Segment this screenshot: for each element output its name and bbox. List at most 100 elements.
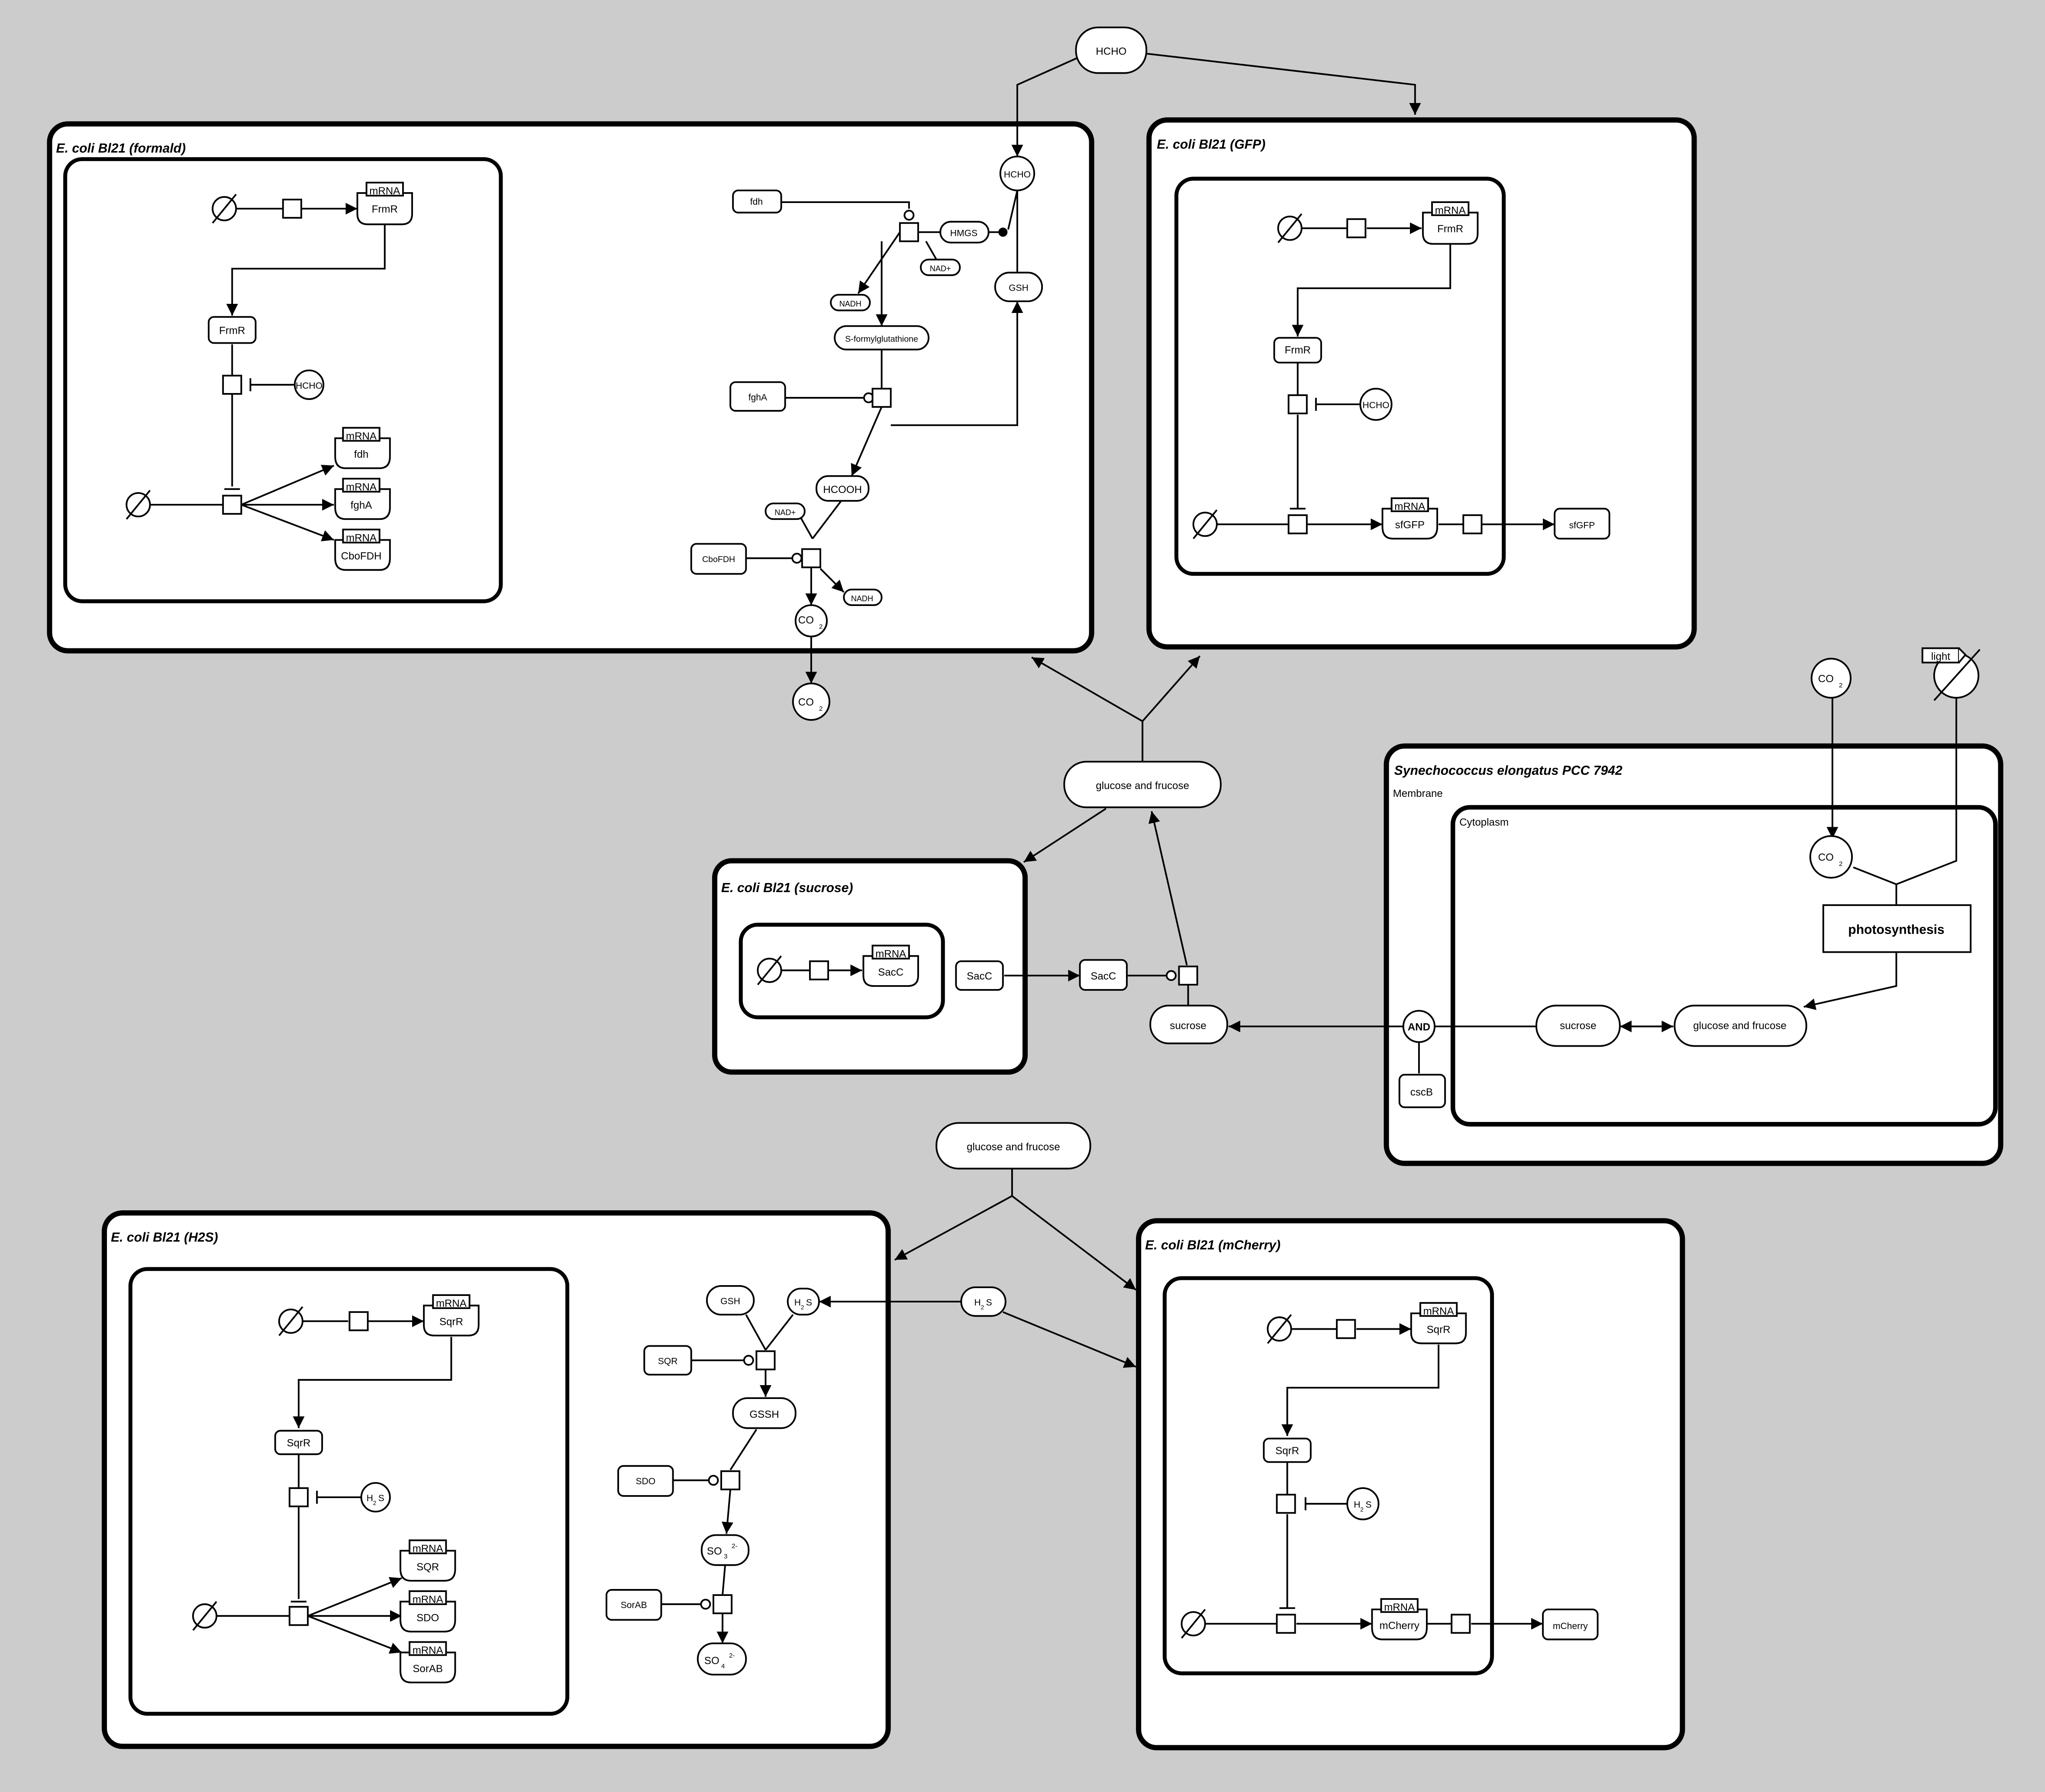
process-node <box>809 960 829 980</box>
process-node <box>1178 965 1198 986</box>
svg-text:S: S <box>806 1298 812 1308</box>
svg-text:CboFDH: CboFDH <box>341 551 382 562</box>
svg-text:NADH: NADH <box>839 300 861 308</box>
protein-frmr-gfp: FrmR <box>1273 337 1322 364</box>
photosynthesis-process: photosynthesis <box>1822 904 1972 953</box>
sucrose-external: sucrose <box>1149 1005 1228 1044</box>
svg-text:SqrR: SqrR <box>1275 1445 1299 1457</box>
svg-text:2: 2 <box>819 705 823 712</box>
svg-text:SorAB: SorAB <box>621 1600 647 1610</box>
svg-text:2-: 2- <box>729 1652 735 1660</box>
and-gate: AND <box>1402 1010 1435 1043</box>
svg-text:HCOOH: HCOOH <box>823 484 862 496</box>
svg-text:mRNA: mRNA <box>436 1298 467 1309</box>
enzyme-sdo: SDO <box>617 1465 674 1497</box>
svg-text:AND: AND <box>1408 1021 1430 1033</box>
svg-text:mRNA: mRNA <box>346 481 377 493</box>
sucrose-cytoplasm: sucrose <box>1535 1005 1621 1047</box>
hcho-inner: HCHO <box>999 155 1035 191</box>
svg-text:fghA: fghA <box>351 500 372 511</box>
gssh-node: GSSH <box>732 1397 797 1429</box>
svg-text:CO: CO <box>798 614 814 626</box>
svg-text:sfGFP: sfGFP <box>1395 519 1425 531</box>
cell-box-h2s <box>128 1267 570 1716</box>
svg-text:SO: SO <box>704 1655 719 1667</box>
svg-text:NAD+: NAD+ <box>774 508 796 517</box>
enzyme-sqr: SQR <box>643 1345 692 1376</box>
protein-sqrr: SqrR <box>274 1430 323 1455</box>
svg-text:glucose and frucose: glucose and frucose <box>967 1141 1060 1153</box>
s-formylglutathione-node: S-formylglutathione <box>834 325 930 351</box>
svg-text:CO: CO <box>1818 852 1834 864</box>
pathway-diagram: E. coli Bl21 (formald) E. coli Bl21 (GFP… <box>47 26 2003 1750</box>
svg-text:GSH: GSH <box>720 1296 740 1306</box>
enzyme-sorab: SorAB <box>605 1589 662 1621</box>
h2s-external: H 2 S <box>960 1286 1006 1317</box>
svg-text:SDO: SDO <box>635 1476 655 1486</box>
process-node <box>348 1311 369 1331</box>
svg-text:SQR: SQR <box>416 1561 439 1573</box>
co2-output: CO 2 <box>792 682 831 721</box>
glucose-frucose-cytoplasm: glucose and frucose <box>1674 1005 1807 1047</box>
svg-text:S: S <box>378 1493 384 1503</box>
process-node <box>288 1487 309 1508</box>
glucose-frucose-central: glucose and frucose <box>1063 761 1222 809</box>
hmgs-node: HMGS <box>939 221 990 244</box>
svg-text:SacC: SacC <box>967 970 992 982</box>
catalysis-marker <box>903 209 915 221</box>
catalysis-marker <box>708 1475 719 1486</box>
svg-text:S-formylglutathione: S-formylglutathione <box>845 334 918 344</box>
hcho-source: HCHO <box>1075 26 1148 74</box>
svg-text:SorAB: SorAB <box>413 1663 443 1675</box>
glucose-frucose-bottom: glucose and frucose <box>935 1122 1091 1170</box>
protein-sqrr-mcherry: SqrR <box>1263 1437 1312 1463</box>
process-node <box>755 1350 776 1370</box>
sulfite-node: SO 3 2- <box>700 1534 750 1566</box>
svg-text:mRNA: mRNA <box>1423 1305 1455 1317</box>
process-node <box>1276 1494 1296 1514</box>
compartment-mcherry-title: E. coli Bl21 (mCherry) <box>1145 1238 1281 1253</box>
svg-text:mRNA: mRNA <box>875 948 906 960</box>
process-node <box>1346 218 1367 239</box>
svg-text:mRNA: mRNA <box>413 1594 444 1605</box>
svg-text:mRNA: mRNA <box>369 185 400 197</box>
svg-text:sfGFP: sfGFP <box>1569 520 1595 530</box>
sacc-exported: SacC <box>1079 959 1128 991</box>
svg-text:FrmR: FrmR <box>1285 345 1311 356</box>
h2s-inhibitor-mcherry: H 2 S <box>1346 1487 1380 1521</box>
svg-text:H: H <box>974 1298 981 1308</box>
svg-text:fghA: fghA <box>748 393 768 403</box>
protein-sfgfp: sfGFP <box>1554 508 1610 540</box>
svg-text:H: H <box>1354 1500 1360 1510</box>
svg-text:GSH: GSH <box>1009 283 1029 293</box>
h2s-inhibitor: H 2 S <box>360 1482 391 1513</box>
svg-text:HCHO: HCHO <box>1004 170 1031 180</box>
process-node <box>288 1606 309 1626</box>
process-node <box>222 495 242 515</box>
cytoplasm-label: Cytoplasm <box>1459 816 1509 828</box>
process-node <box>1451 1614 1471 1634</box>
svg-text:2: 2 <box>819 623 823 630</box>
svg-text:HMGS: HMGS <box>950 228 977 238</box>
svg-text:2: 2 <box>373 1500 377 1506</box>
process-node <box>1462 514 1483 535</box>
svg-text:FrmR: FrmR <box>219 325 245 336</box>
svg-text:NAD+: NAD+ <box>930 264 951 273</box>
svg-text:cscB: cscB <box>1410 1086 1433 1098</box>
membrane-label: Membrane <box>1393 788 1443 799</box>
protein-frmr: FrmR <box>208 316 257 344</box>
enzyme-cbofdh: CboFDH <box>690 543 747 575</box>
process-node <box>1276 1614 1296 1634</box>
sacc-protein: SacC <box>955 960 1004 991</box>
enzyme-fdh: fdh <box>732 189 782 214</box>
compartment-h2s-title: E. coli Bl21 (H2S) <box>111 1230 218 1244</box>
svg-text:mRNA: mRNA <box>346 532 377 544</box>
cytoplasm-box <box>1450 805 1998 1127</box>
nadh-node: NADH <box>830 294 871 312</box>
compartment-sucrose-title: E. coli Bl21 (sucrose) <box>721 881 853 895</box>
svg-text:SacC: SacC <box>1090 970 1116 982</box>
svg-text:SqrR: SqrR <box>1427 1324 1451 1335</box>
svg-text:NADH: NADH <box>851 594 873 603</box>
catalysis-marker <box>1165 970 1177 981</box>
nadplus-node: NAD+ <box>920 258 961 276</box>
